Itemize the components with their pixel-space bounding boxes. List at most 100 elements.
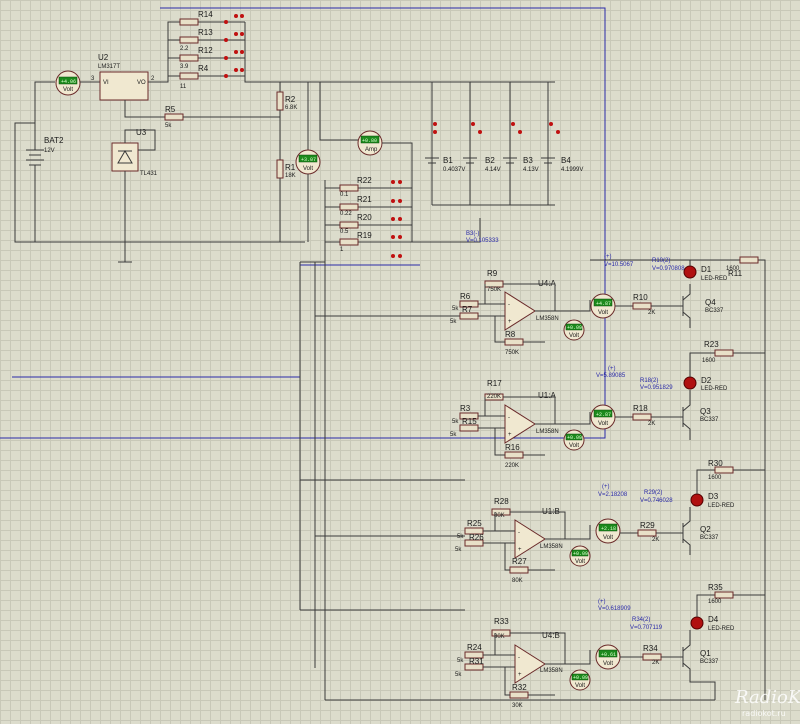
svg-text:U3: U3 [136,128,147,137]
svg-text:5k: 5k [452,419,459,425]
svg-text:V=0.746028: V=0.746028 [640,498,673,504]
svg-text:(+): (+) [604,254,612,260]
svg-text:LM317T: LM317T [98,64,120,70]
switch-bank-top[interactable] [224,14,244,78]
svg-text:R22: R22 [357,176,372,185]
svg-text:220K: 220K [505,463,519,469]
svg-text:R25: R25 [467,519,482,528]
svg-text:Q4: Q4 [705,298,716,307]
svg-text:R18(2): R18(2) [640,378,658,384]
svg-text:1: 1 [340,247,344,253]
svg-text:80K: 80K [512,578,523,584]
comparator-stage-2: - + U1:A LM358N R17 220K R3 5k R15 5k R1… [450,340,765,469]
led-supply-rail [590,259,766,700]
svg-text:BC337: BC337 [700,417,719,423]
svg-text:R34: R34 [643,644,658,653]
svg-text:5k: 5k [450,319,457,325]
svg-text:TL431: TL431 [140,171,158,177]
svg-text:+4.06: +4.06 [61,79,76,85]
svg-text:B3: B3 [523,156,533,165]
svg-text:Q2: Q2 [700,525,711,534]
blue-top-wire [0,7,606,439]
svg-text:R6: R6 [460,292,471,301]
svg-text:(+): (+) [608,366,616,372]
svg-text:11: 11 [180,84,187,90]
svg-text:Volt: Volt [569,333,579,339]
svg-text:R21: R21 [357,195,372,204]
svg-text:+4.87: +4.87 [596,301,611,307]
svg-text:Volt: Volt [575,683,585,689]
svg-text:V=0.707119: V=0.707119 [630,625,663,631]
svg-text:R32: R32 [512,683,527,692]
svg-text:R13: R13 [198,28,213,37]
svg-text:R17: R17 [487,379,502,388]
resistor-r1 [276,159,284,179]
svg-text:+: + [518,672,522,678]
svg-text:B2: B2 [485,156,495,165]
svg-text:+: + [508,432,512,438]
svg-text:R29(2): R29(2) [644,490,662,496]
svg-text:R33: R33 [494,617,509,626]
svg-text:5k: 5k [455,672,462,678]
svg-text:B4: B4 [561,156,571,165]
svg-text:R2: R2 [285,95,296,104]
svg-text:+0.09: +0.09 [567,435,582,441]
svg-text:V=5.89085: V=5.89085 [596,373,626,379]
svg-text:R12: R12 [198,46,213,55]
svg-text:R5: R5 [165,105,176,114]
svg-text:750K: 750K [487,287,501,293]
svg-text:4.13V: 4.13V [523,167,539,173]
svg-text:-: - [518,530,520,536]
svg-text:5k: 5k [452,306,459,312]
svg-text:R4: R4 [198,64,209,73]
svg-text:U1:A: U1:A [538,391,556,400]
svg-text:-: - [508,302,510,308]
svg-text:Volt: Volt [569,443,579,449]
svg-text:1600: 1600 [702,358,716,364]
svg-text:-: - [518,655,520,661]
svg-text:6.8K: 6.8K [285,105,297,111]
svg-text:+0.09: +0.09 [573,551,588,557]
svg-text:LED-RED: LED-RED [701,386,728,392]
svg-text:+2.18: +2.18 [601,526,616,532]
svg-text:2: 2 [151,76,155,82]
bat2-ref: BAT2 [44,136,64,145]
svg-text:18K: 18K [285,173,296,179]
svg-text:30K: 30K [494,634,505,640]
svg-text:0.4037V: 0.4037V [443,167,465,173]
svg-text:(+): (+) [598,599,606,605]
svg-text:R3: R3 [460,404,471,413]
svg-text:+3.07: +3.07 [301,157,316,163]
svg-text:Volt: Volt [598,310,608,316]
svg-text:2K: 2K [648,310,655,316]
resistor-r2 [276,91,284,111]
svg-text:VI: VI [103,80,109,86]
svg-text:BC337: BC337 [700,535,719,541]
svg-text:5k: 5k [457,534,464,540]
svg-text:BC337: BC337 [705,308,724,314]
svg-text:+: + [518,547,522,553]
regulator-u2: U2 LM317T VI VO 3 2 [91,53,155,101]
svg-text:D3: D3 [708,492,719,501]
svg-text:5k: 5k [455,547,462,553]
svg-text:R24: R24 [467,643,482,652]
svg-text:Volt: Volt [603,535,613,541]
svg-text:B1: B1 [443,156,453,165]
svg-text:B3(-): B3(-) [466,231,479,237]
svg-text:LM358N: LM358N [536,429,559,435]
voltmeter-output: +3.07 Volt [295,82,321,242]
svg-text:30K: 30K [512,703,523,709]
svg-text:2K: 2K [648,421,655,427]
supply-wire [34,81,55,123]
svg-text:R10(2): R10(2) [652,258,670,264]
svg-text:+2.87: +2.87 [596,412,611,418]
svg-text:R15: R15 [462,417,477,426]
resistor-r5 [164,113,184,121]
svg-text:3.9: 3.9 [180,64,189,70]
svg-text:LM358N: LM358N [540,544,563,550]
svg-text:R9: R9 [487,269,498,278]
svg-text:R19: R19 [357,231,372,240]
svg-text:Q3: Q3 [700,407,711,416]
load-resistor-bank: R22 0.1 R21 0.22 R20 0.5 R19 1 [324,176,413,262]
svg-text:+: + [508,319,512,325]
